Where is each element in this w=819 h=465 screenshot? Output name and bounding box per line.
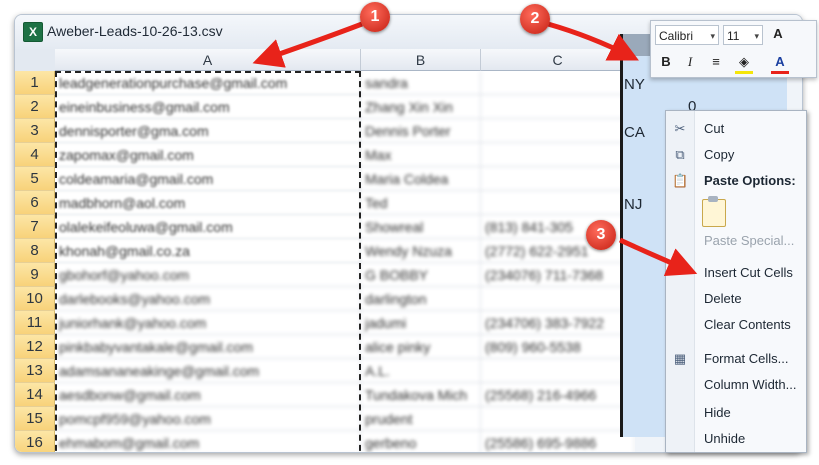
arrow-3: [618, 237, 698, 276]
callout-3: 3: [586, 220, 616, 250]
callout-1: 1: [360, 2, 390, 32]
annotation-arrows: [252, 21, 698, 276]
callout-2: 2: [520, 4, 550, 34]
arrow-2: [547, 21, 639, 61]
arrow-1: [252, 21, 363, 68]
